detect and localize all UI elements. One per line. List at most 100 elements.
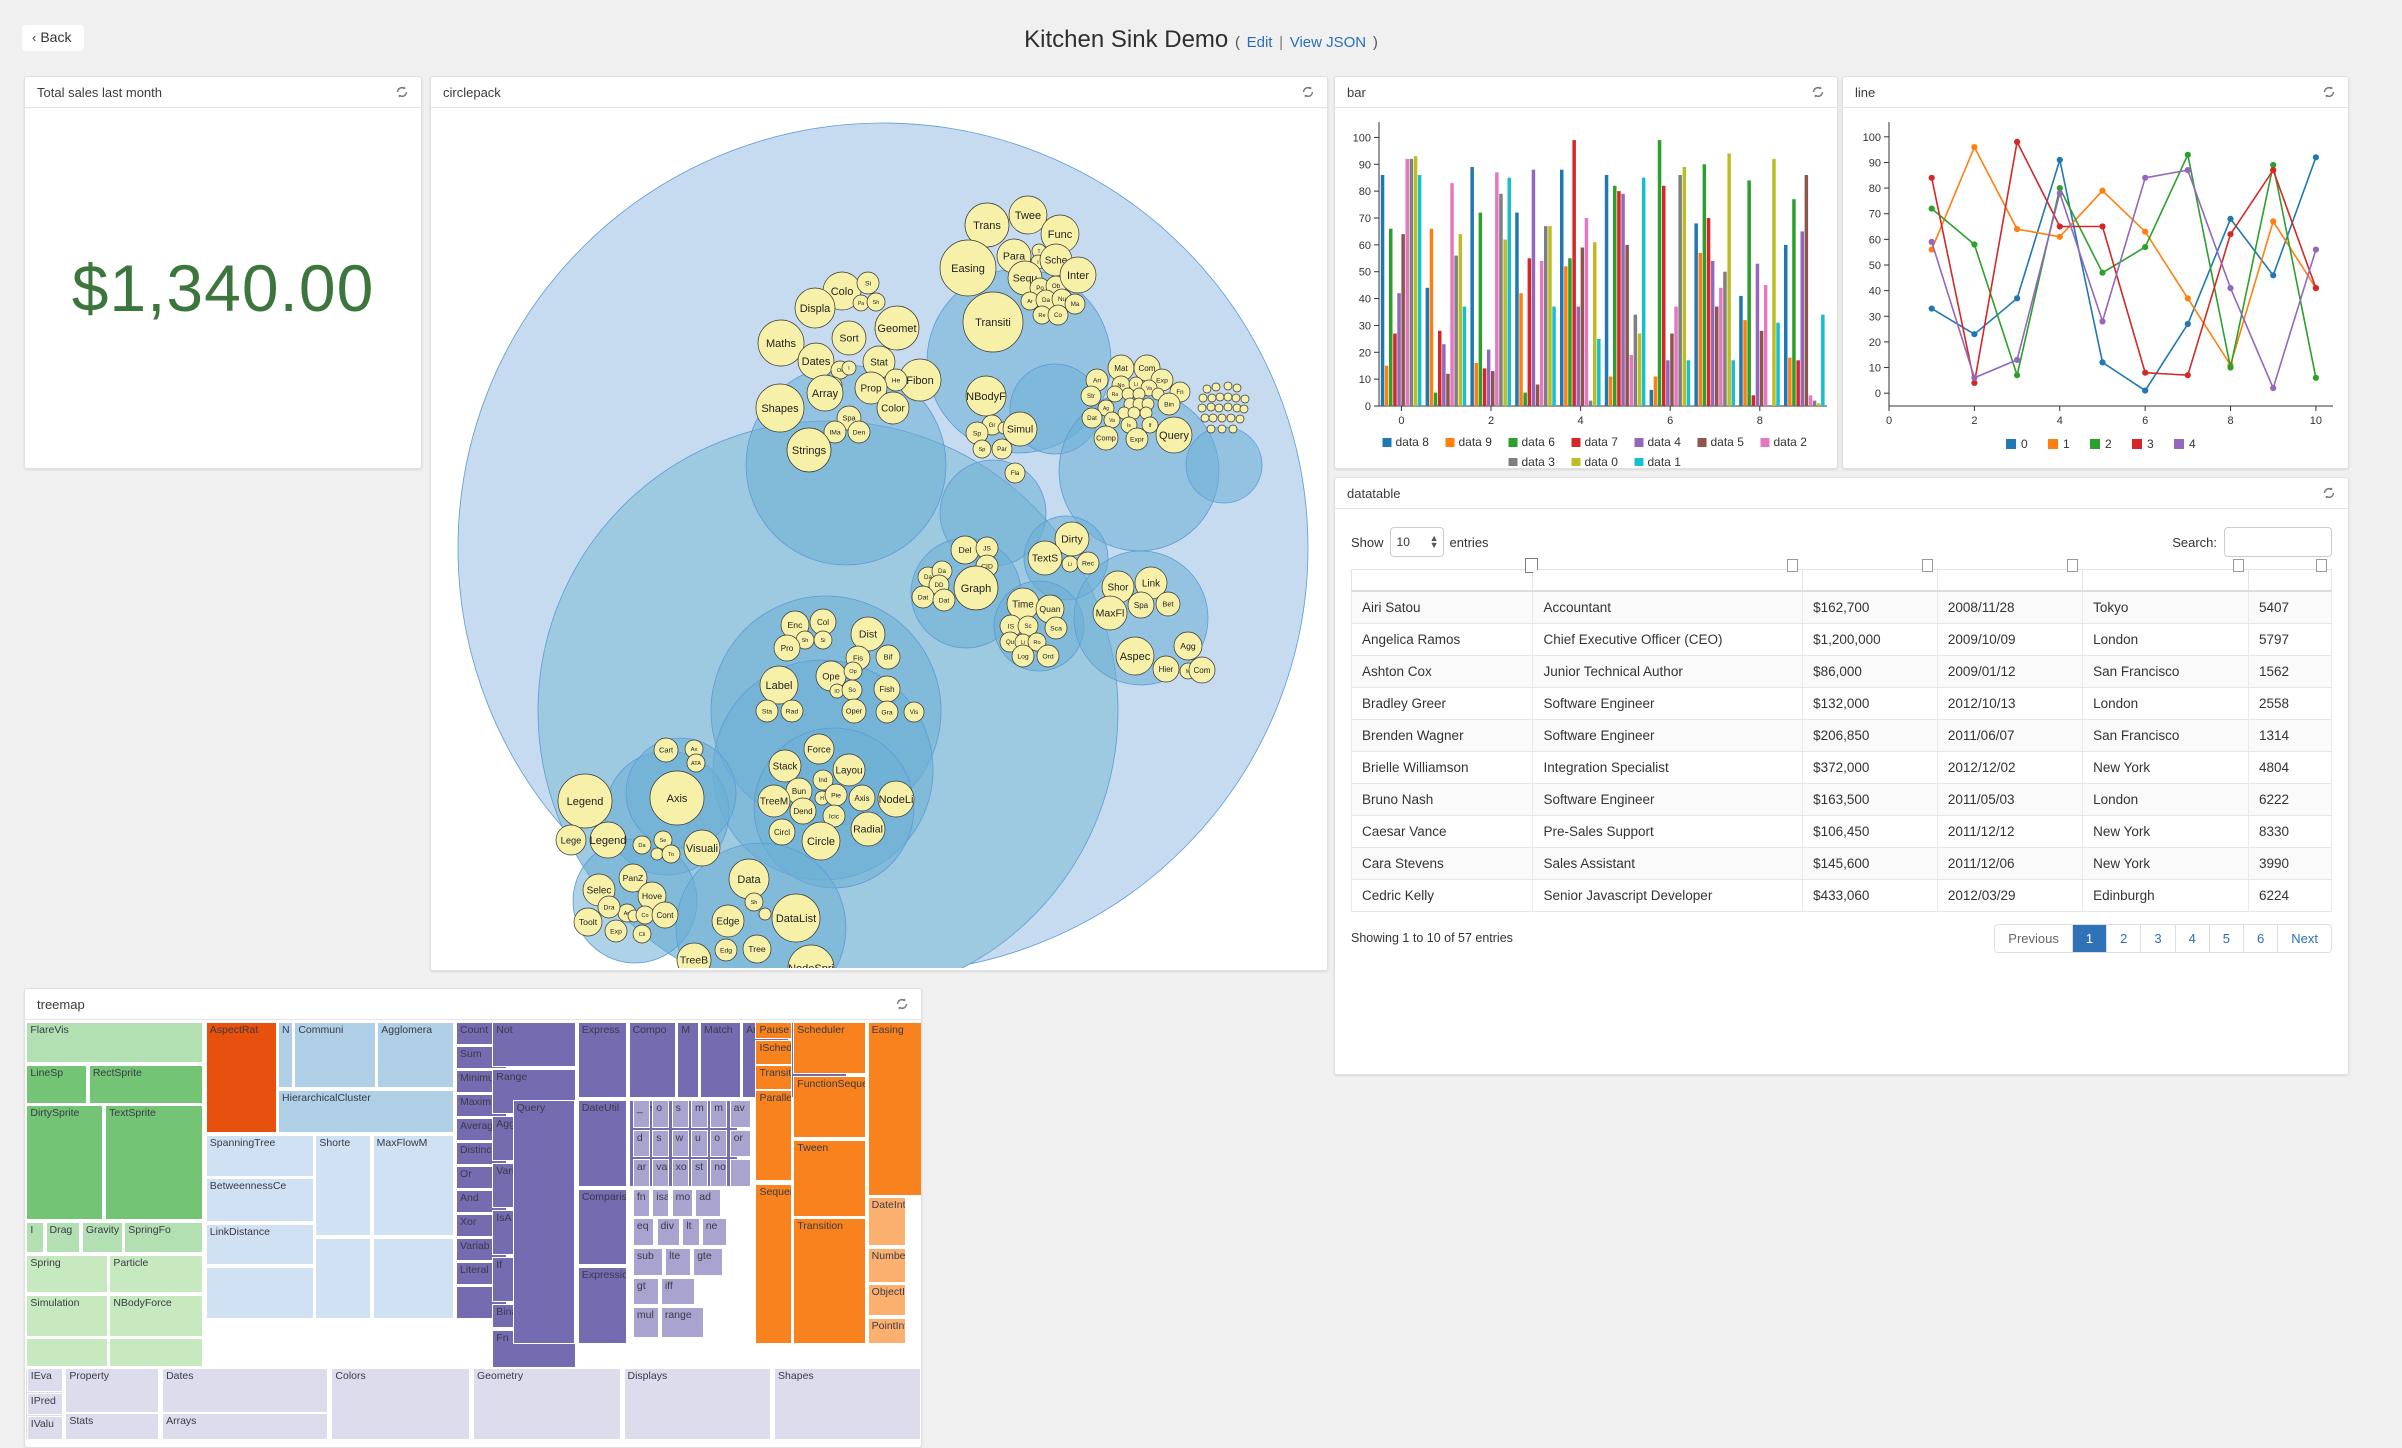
bar-chart-svg[interactable]: 010203040506070809010002468data 8data 9d… [1335, 108, 1837, 466]
treemap-cell[interactable]: SpanningTree [206, 1135, 314, 1177]
search-input[interactable] [2224, 527, 2332, 557]
treemap-cell[interactable]: Gravity [82, 1222, 123, 1253]
treemap-cell[interactable]: Communi [294, 1022, 376, 1088]
pagination-next[interactable]: Next [2278, 925, 2331, 952]
table-column-header-1[interactable] [1533, 570, 1803, 591]
refresh-icon[interactable] [1811, 85, 1825, 99]
treemap-cell[interactable]: Express [578, 1022, 627, 1099]
treemap-cell[interactable]: lt [682, 1218, 699, 1246]
sort-handle-icon[interactable] [2316, 559, 2327, 572]
pagination-page-2[interactable]: 2 [2107, 925, 2141, 952]
treemap-cell[interactable]: LinkDistance [206, 1224, 314, 1266]
pagination-page-1[interactable]: 1 [2073, 925, 2107, 952]
treemap-cell[interactable]: ar [633, 1159, 650, 1187]
treemap-cell[interactable]: mo [672, 1189, 694, 1217]
treemap-cell[interactable]: FunctionSequence [793, 1076, 866, 1139]
treemap-cell[interactable]: Simulation [26, 1295, 108, 1337]
treemap-cell[interactable]: Property [65, 1368, 159, 1413]
treemap-cell[interactable]: Easing [868, 1022, 921, 1196]
treemap-cell[interactable]: Not [492, 1022, 576, 1067]
treemap-cell[interactable]: DateUtil [578, 1100, 627, 1187]
treemap-cell[interactable]: lte [665, 1248, 691, 1276]
table-row[interactable]: Brielle WilliamsonIntegration Specialist… [1352, 751, 2332, 783]
refresh-icon[interactable] [395, 85, 409, 99]
table-row[interactable]: Ashton CoxJunior Technical Author$86,000… [1352, 655, 2332, 687]
treemap-cell[interactable]: NumberInt [868, 1248, 907, 1283]
treemap-cell[interactable]: no [710, 1159, 727, 1187]
refresh-icon[interactable] [895, 997, 909, 1011]
treemap-cell[interactable]: Particle [109, 1255, 203, 1293]
treemap-cell[interactable]: IEva [27, 1368, 63, 1392]
treemap-cell[interactable]: Spring [26, 1255, 108, 1293]
line-chart-body[interactable]: 0102030405060708090100024681001234 [1843, 108, 2348, 468]
treemap-cell[interactable]: Displays [624, 1368, 772, 1440]
treemap-cell[interactable]: d [633, 1130, 650, 1158]
treemap-cell[interactable]: DirtySprite [26, 1105, 103, 1220]
table-row[interactable]: Bruno NashSoftware Engineer$163,5002011/… [1352, 783, 2332, 815]
table-row[interactable]: Airi SatouAccountant$162,7002008/11/28To… [1352, 591, 2332, 624]
treemap-cell[interactable]: va [652, 1159, 669, 1187]
treemap-cell[interactable] [26, 1338, 108, 1367]
treemap-cell[interactable]: FlareVis [26, 1022, 203, 1064]
treemap-cell[interactable]: isa [652, 1189, 669, 1217]
pagination-previous[interactable]: Previous [1995, 925, 2073, 952]
treemap-cell[interactable]: Compo [629, 1022, 676, 1099]
pagination-page-3[interactable]: 3 [2141, 925, 2175, 952]
treemap-cell[interactable]: m [710, 1100, 727, 1128]
treemap-cell[interactable]: HierarchicalCluster [278, 1090, 454, 1134]
treemap-cell[interactable]: Drag [46, 1222, 81, 1253]
treemap-cell[interactable]: Transitio [755, 1065, 792, 1089]
treemap-cell[interactable]: mul [633, 1307, 659, 1338]
treemap-cell[interactable]: IValu [27, 1416, 63, 1440]
treemap-cell[interactable]: Agglomera [377, 1022, 454, 1088]
refresh-icon[interactable] [2322, 486, 2336, 500]
treemap-cell[interactable]: gt [633, 1278, 659, 1306]
treemap-cell[interactable]: Query [513, 1100, 575, 1344]
treemap-cell[interactable]: ISchedul [755, 1040, 792, 1064]
table-column-header-0[interactable] [1352, 570, 1533, 591]
circlepack-body[interactable]: TransTweeFuncEasingParaTIScheSequTransit… [431, 108, 1327, 970]
treemap-cell[interactable]: Sequenc [755, 1184, 792, 1344]
treemap-cell[interactable]: ad [695, 1189, 721, 1217]
treemap-cell[interactable]: o [710, 1130, 727, 1158]
treemap-cell[interactable]: Comparison [578, 1189, 627, 1266]
treemap-cell[interactable]: IPred [27, 1393, 63, 1415]
treemap-cell[interactable]: or [730, 1130, 752, 1158]
treemap-cell[interactable]: RectSprite [89, 1065, 204, 1103]
treemap-cell[interactable]: st [691, 1159, 708, 1187]
treemap-cell[interactable]: m [691, 1100, 708, 1128]
treemap-cell[interactable]: MaxFlowM [373, 1135, 455, 1236]
table-row[interactable]: Caesar VancePre-Sales Support$106,450201… [1352, 815, 2332, 847]
treemap-cell[interactable]: BetweennessCe [206, 1178, 314, 1222]
treemap-cell[interactable]: DateInterp [868, 1197, 907, 1246]
treemap-cell[interactable]: M [677, 1022, 699, 1099]
treemap-cell[interactable]: I [26, 1222, 44, 1253]
treemap-cell[interactable]: Arrays [162, 1413, 328, 1440]
pagination-page-5[interactable]: 5 [2210, 925, 2244, 952]
treemap-cell[interactable] [206, 1267, 314, 1319]
page-length-select-wrap[interactable]: 102550100 ▲▼ [1390, 527, 1444, 557]
treemap-cell[interactable]: ObjectInte [868, 1284, 907, 1315]
treemap-cell[interactable]: Expression [578, 1267, 627, 1344]
treemap-body[interactable]: FlareVisLineSpRectSpriteDirtySpriteTextS… [25, 1020, 921, 1440]
table-column-header-2[interactable] [1803, 570, 1938, 591]
treemap-cell[interactable]: Shapes [774, 1368, 921, 1440]
treemap-cell[interactable]: iff [661, 1278, 695, 1306]
treemap-cell[interactable]: PointInterp [868, 1318, 907, 1344]
table-row[interactable]: Angelica RamosChief Executive Officer (C… [1352, 623, 2332, 655]
treemap-cell[interactable] [730, 1159, 752, 1187]
treemap-cell[interactable]: Scheduler [793, 1022, 866, 1074]
treemap-cell[interactable]: Pause [755, 1022, 792, 1039]
page-length-select[interactable]: 102550100 [1390, 527, 1444, 557]
treemap-cell[interactable]: range [661, 1307, 704, 1338]
treemap-cell[interactable]: s [652, 1130, 669, 1158]
table-column-header-3[interactable] [1937, 570, 2082, 591]
treemap-cell[interactable]: fn [633, 1189, 650, 1217]
table-row[interactable]: Cedric KellySenior Javascript Developer$… [1352, 879, 2332, 911]
table-column-header-4[interactable] [2083, 570, 2249, 591]
bar-chart-body[interactable]: 010203040506070809010002468data 8data 9d… [1335, 108, 1837, 468]
table-column-header-5[interactable] [2249, 570, 2332, 591]
treemap-cell[interactable]: SpringFo [124, 1222, 203, 1253]
treemap-cell[interactable]: _ [633, 1100, 650, 1128]
treemap-cell[interactable]: o [652, 1100, 669, 1128]
